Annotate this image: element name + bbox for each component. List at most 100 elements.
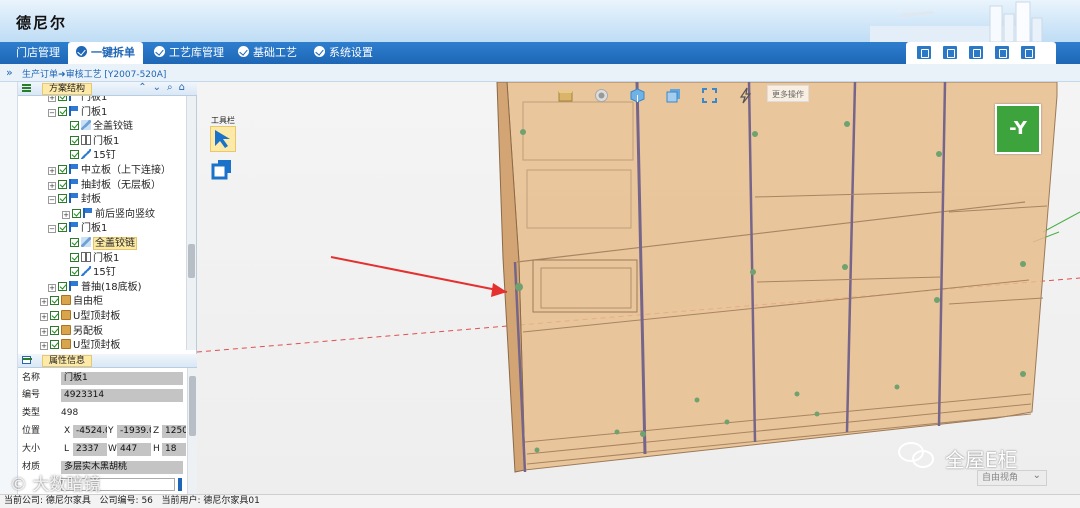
cabinet-3d-model[interactable] — [197, 82, 1080, 494]
box-icon[interactable] — [557, 87, 574, 104]
nav-store-management[interactable]: 门店管理 — [8, 42, 68, 64]
cube-icon[interactable] — [629, 87, 646, 104]
nav-system-settings[interactable]: 系统设置 — [306, 42, 381, 64]
checkbox[interactable] — [58, 194, 67, 204]
tree-node[interactable]: − 门板1 — [48, 222, 107, 236]
checkbox[interactable] — [70, 150, 79, 160]
name-label: 名称 — [22, 373, 41, 383]
checkbox[interactable] — [70, 238, 79, 247]
type-label: 类型 — [22, 408, 41, 418]
tree-scrollbar[interactable] — [186, 96, 196, 350]
home-icon[interactable]: ⌂ — [179, 82, 191, 93]
3d-viewport[interactable]: 工具栏 更多操作 -Y 全屋E柜 自由视角 — [197, 82, 1080, 494]
expand-toggle-icon[interactable]: + — [48, 96, 56, 102]
expand-toggle-icon[interactable]: − — [48, 196, 56, 205]
checkbox[interactable] — [58, 179, 67, 189]
checkbox[interactable] — [50, 296, 59, 306]
lightning-icon[interactable] — [737, 87, 754, 104]
checkbox[interactable] — [58, 223, 67, 233]
view-mode-select[interactable]: 自由视角 — [977, 469, 1047, 486]
tree-node[interactable]: − 门板1 — [48, 105, 107, 120]
checkbox[interactable] — [70, 267, 79, 277]
collapse-up-icon[interactable]: ⌃ — [138, 82, 152, 93]
expand-toggle-icon[interactable]: + — [40, 298, 48, 307]
tree-node[interactable]: 门板1 — [70, 251, 119, 266]
menu-icon[interactable] — [22, 84, 31, 92]
checkbox[interactable] — [58, 106, 67, 116]
properties-panel-title: 属性信息 — [42, 355, 93, 367]
expand-toggle-icon[interactable]: + — [48, 167, 56, 175]
tree-node[interactable]: + U型顶封板 — [40, 310, 120, 324]
tree-node[interactable]: + U型顶封板 — [40, 339, 120, 350]
tree-node[interactable]: 全盖铰链 — [70, 120, 133, 134]
properties-scrollbar[interactable] — [187, 368, 197, 494]
tree-node-label: 门板1 — [81, 96, 108, 103]
check-circle-icon — [154, 46, 165, 57]
tree-node[interactable]: + 自由柜 — [40, 295, 103, 309]
tree-node[interactable]: 门板1 — [70, 134, 119, 149]
nav-label: 一键拆单 — [91, 46, 135, 59]
checkbox[interactable] — [70, 252, 79, 262]
y-field[interactable]: -1939.0 — [117, 425, 151, 438]
nail-icon — [81, 149, 91, 160]
logout-icon[interactable] — [1020, 45, 1036, 60]
name-field[interactable]: 门板1 — [61, 372, 183, 385]
tree-node[interactable]: − 封板 — [48, 193, 101, 207]
checkbox[interactable] — [50, 311, 59, 320]
fullscreen-icon[interactable] — [701, 87, 718, 104]
code-field[interactable]: 4923314 — [61, 389, 183, 402]
tree-node[interactable]: + 抽封板（无层板） — [48, 178, 161, 193]
field-button[interactable] — [178, 478, 182, 491]
x-field[interactable]: -4524.0 — [73, 425, 107, 438]
select-pointer-button[interactable] — [210, 126, 236, 152]
expand-icon[interactable]: » — [6, 66, 13, 79]
expand-toggle-icon[interactable]: + — [48, 283, 56, 292]
checkbox[interactable] — [72, 208, 81, 218]
expand-toggle-icon[interactable]: + — [40, 327, 48, 336]
checkbox[interactable] — [58, 165, 67, 174]
expand-toggle-icon[interactable]: + — [48, 181, 56, 190]
tree-node[interactable]: + 另配板 — [40, 324, 103, 339]
document-icon[interactable] — [942, 45, 958, 60]
users-icon[interactable] — [968, 45, 984, 60]
tree-node[interactable]: 全盖铰链 — [70, 237, 137, 251]
breadcrumb-orders[interactable]: 生产订单 — [22, 70, 58, 80]
box-icon — [61, 295, 71, 306]
tree-node[interactable]: + 普抽(18底板) — [48, 280, 142, 295]
expand-toggle-icon[interactable]: + — [40, 313, 48, 321]
nav-process-library[interactable]: 工艺库管理 — [146, 42, 232, 64]
search-icon[interactable]: ⌕ — [167, 82, 179, 93]
layers-icon[interactable] — [665, 87, 682, 104]
tree-node[interactable]: + 中立板（上下连接） — [48, 164, 171, 178]
checkbox[interactable] — [70, 121, 79, 131]
nav-one-click-split[interactable]: 一键拆单 — [68, 42, 143, 64]
expand-toggle-icon[interactable]: + — [40, 342, 48, 350]
scroll-thumb[interactable] — [189, 376, 196, 436]
width-field[interactable]: 447 — [117, 443, 151, 456]
camera-icon[interactable] — [593, 87, 610, 104]
height-field[interactable]: 18 — [162, 443, 186, 456]
tree-node[interactable]: + 门板1 — [48, 96, 107, 105]
checkbox[interactable] — [58, 96, 67, 101]
checkbox[interactable] — [50, 325, 59, 335]
more-operations-dropdown[interactable]: 更多操作 — [767, 85, 809, 102]
tree-node[interactable]: 15钉 — [70, 149, 116, 163]
copy-button[interactable] — [210, 157, 236, 183]
check-circle-icon — [76, 46, 87, 57]
home-icon[interactable] — [916, 45, 932, 60]
view-cube-axis[interactable]: -Y — [995, 104, 1041, 154]
checkbox[interactable] — [50, 340, 59, 350]
nav-basic-process[interactable]: 基础工艺 — [230, 42, 305, 64]
scroll-thumb[interactable] — [188, 244, 195, 278]
checkbox[interactable] — [70, 135, 79, 145]
expand-down-icon[interactable]: ⌄ — [153, 82, 167, 93]
z-field[interactable]: 1250 — [162, 425, 186, 438]
tree-node[interactable]: 15钉 — [70, 266, 116, 280]
checkbox[interactable] — [58, 281, 67, 291]
expand-toggle-icon[interactable]: + — [62, 210, 70, 219]
length-field[interactable]: 2337 — [73, 443, 107, 456]
expand-toggle-icon[interactable]: − — [48, 108, 56, 117]
expand-toggle-icon[interactable]: − — [48, 225, 56, 234]
settings-icon[interactable] — [994, 45, 1010, 60]
tree-node[interactable]: + 前后竖向竖纹 — [62, 207, 155, 222]
